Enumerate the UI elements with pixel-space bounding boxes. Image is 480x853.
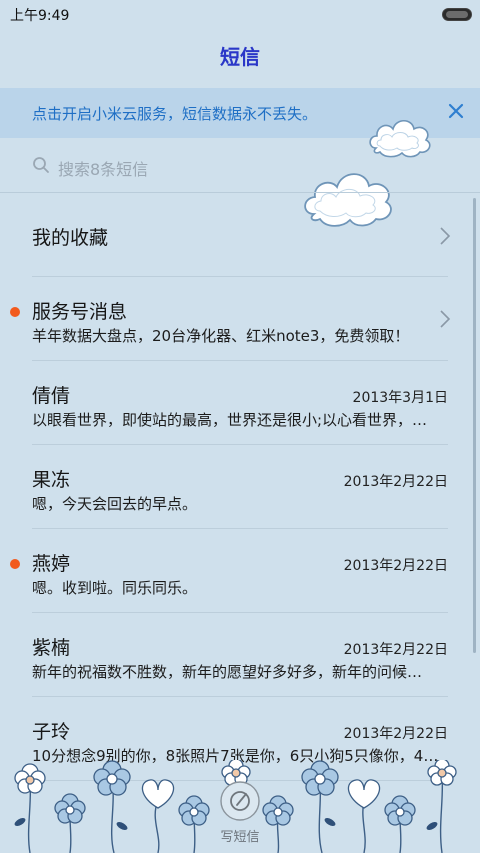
message-snippet: 以眼看世界，即使站的最高，世界还是很小;以心看世界，… — [32, 411, 428, 429]
page-title: 短信 — [220, 45, 260, 69]
compose-label: 写短信 — [220, 830, 260, 845]
battery-icon — [442, 8, 472, 21]
status-bar: 上午9:49 — [0, 0, 480, 28]
contact-name: 子玲 — [32, 721, 71, 743]
search-input[interactable]: 搜索8条短信 — [58, 156, 148, 180]
contact-name: 燕婷 — [32, 553, 71, 575]
message-snippet: 嗯，今天会回去的早点。 — [32, 495, 198, 513]
unread-dot — [10, 307, 20, 317]
message-date: 2013年2月22日 — [343, 726, 448, 742]
close-icon[interactable] — [446, 101, 466, 121]
chevron-right-icon — [440, 227, 451, 245]
contact-name: 倩倩 — [32, 385, 71, 407]
conversation-list: 我的收藏 服务号消息 羊年数据大盘点，20台净化器、红米note3，免费领取！ 倩倩… — [0, 193, 480, 781]
unread-dot — [10, 559, 20, 569]
contact-name: 果冻 — [32, 469, 71, 491]
status-time: 上午9:49 — [10, 8, 70, 24]
search-bar[interactable]: 搜索8条短信 — [32, 150, 332, 182]
message-snippet: 羊年数据大盘点，20台净化器、红米note3，免费领取！ — [32, 327, 410, 345]
message-date: 2013年2月22日 — [343, 558, 448, 574]
compose-button[interactable]: 写短信 — [200, 772, 280, 852]
search-icon — [33, 157, 49, 173]
conversation-item[interactable]: 服务号消息羊年数据大盘点，20台净化器、红米note3，免费领取！ — [0, 277, 480, 361]
message-date: 2013年2月22日 — [343, 474, 448, 490]
conversation-item[interactable]: 紫楠 2013年2月22日新年的祝福数不胜数，新年的愿望好多好多，新年的问候… — [0, 613, 480, 697]
banner-text[interactable]: 点击开启小米云服务，短信数据永不丢失。 — [32, 103, 317, 124]
compose-icon — [220, 781, 260, 821]
app-header: 短信 — [0, 28, 480, 86]
conversation-item[interactable]: 倩倩 2013年3月1日以眼看世界，即使站的最高，世界还是很小;以心看世界，… — [0, 361, 480, 445]
message-snippet: 新年的祝福数不胜数，新年的愿望好多好多，新年的问候… — [32, 663, 423, 681]
message-snippet: 嗯。收到啦。同乐同乐。 — [32, 579, 198, 597]
contact-name: 服务号消息 — [32, 301, 128, 323]
message-date: 2013年2月22日 — [343, 642, 448, 658]
message-date: 2013年3月1日 — [352, 390, 448, 406]
contact-name: 紫楠 — [32, 637, 71, 659]
favorites-item[interactable]: 我的收藏 — [0, 193, 480, 277]
scrollbar[interactable] — [473, 198, 476, 653]
conversation-item[interactable]: 燕婷 2013年2月22日嗯。收到啦。同乐同乐。 — [0, 529, 480, 613]
conversation-item[interactable]: 果冻 2013年2月22日嗯，今天会回去的早点。 — [0, 445, 480, 529]
favorites-label: 我的收藏 — [32, 227, 109, 249]
cloud-decoration-small — [369, 119, 431, 158]
chevron-right-icon — [440, 310, 451, 328]
